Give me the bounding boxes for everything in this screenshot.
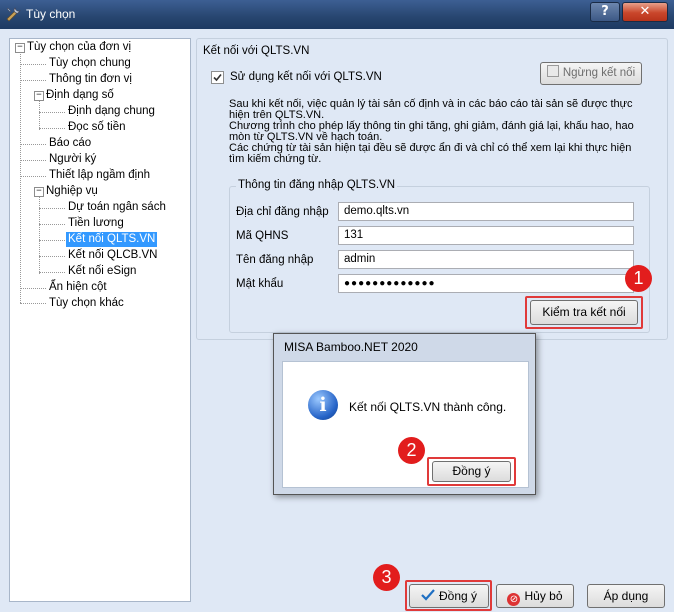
options-window: Tùy chọn ? ✕ − − − Tùy chọn của đơn vị T…	[0, 0, 674, 612]
username-input[interactable]: admin	[338, 250, 634, 269]
tree-item[interactable]: Định dạng chung	[68, 104, 155, 119]
tree-item[interactable]: Ẩn hiện cột	[49, 280, 107, 295]
apply-button[interactable]: Áp dụng	[587, 584, 665, 608]
collapse-icon[interactable]: −	[34, 187, 44, 197]
step-badge-2: 2	[398, 437, 425, 464]
dialog-ok-button[interactable]: Đồng ý	[432, 461, 511, 482]
disconnect-label: Ngừng kết nối	[562, 67, 636, 79]
password-label: Mật khẩu	[236, 278, 284, 290]
cancel-button[interactable]: ⊘ Hủy bỏ	[496, 584, 574, 608]
use-connection-label[interactable]: Sử dụng kết nối với QLTS.VN	[230, 71, 382, 83]
options-tree: − − − Tùy chọn của đơn vị Tùy chọn chung…	[9, 38, 191, 602]
ok-label: Đồng ý	[438, 589, 478, 603]
tree-item[interactable]: Tiền lương	[68, 216, 124, 231]
qhns-label: Mã QHNS	[236, 230, 289, 242]
tree-item[interactable]: Đọc số tiền	[68, 120, 126, 135]
username-label: Tên đăng nhập	[236, 254, 314, 266]
tree-line	[20, 64, 46, 65]
cancel-icon: ⊘	[507, 593, 521, 606]
tree-line	[39, 240, 65, 241]
test-connection-button[interactable]: Kiểm tra kết nối	[530, 300, 638, 325]
tree-item[interactable]: Báo cáo	[49, 136, 91, 151]
tree-item[interactable]: Thiết lập ngầm định	[49, 168, 150, 183]
disconnect-icon	[546, 65, 559, 77]
tree-line	[39, 128, 65, 129]
tree-line	[39, 100, 40, 130]
checkmark-icon	[213, 73, 222, 82]
check-icon	[421, 589, 435, 601]
tree-item[interactable]: Tùy chọn chung	[49, 56, 131, 71]
tree-item[interactable]: Người ký	[49, 152, 96, 167]
password-input[interactable]: ●●●●●●●●●●●●●	[338, 274, 634, 293]
tree-line	[20, 160, 46, 161]
tree-line	[20, 80, 46, 81]
address-input[interactable]: demo.qlts.vn	[338, 202, 634, 221]
tree-item[interactable]: Kết nối QLCB.VN	[68, 248, 157, 263]
tree-item-selected[interactable]: Kết nối QLTS.VN	[66, 232, 158, 247]
tree-line	[39, 272, 65, 273]
tree-line	[20, 288, 46, 289]
tree-item[interactable]: Định dạng số	[46, 88, 114, 103]
dialog-title: MISA Bamboo.NET 2020	[284, 340, 418, 354]
step-badge-3: 3	[373, 564, 400, 591]
use-connection-checkbox[interactable]	[211, 71, 224, 84]
tree-line	[20, 303, 46, 304]
cancel-label: Hủy bỏ	[524, 589, 563, 603]
tree-item[interactable]: Thông tin đơn vị	[49, 72, 132, 87]
tools-icon	[6, 7, 21, 22]
help-button[interactable]: ?	[590, 2, 620, 22]
collapse-icon[interactable]: −	[34, 91, 44, 101]
description-line: tìm kiếm chứng từ.	[229, 153, 322, 165]
ok-button[interactable]: Đồng ý	[409, 584, 489, 608]
tree-line	[39, 208, 65, 209]
info-icon: i	[308, 390, 338, 420]
tree-line	[39, 256, 65, 257]
window-title: Tùy chọn	[26, 7, 76, 21]
tree-line	[20, 176, 46, 177]
tree-line	[39, 224, 65, 225]
tree-line	[20, 51, 21, 303]
tree-item[interactable]: Kết nối eSign	[68, 264, 136, 279]
tree-item[interactable]: Tùy chọn khác	[49, 296, 124, 311]
title-bar: Tùy chọn ? ✕	[0, 0, 674, 29]
tree-item[interactable]: Dự toán ngân sách	[68, 200, 166, 215]
tree-line	[39, 112, 65, 113]
panel-title: Kết nối với QLTS.VN	[203, 45, 310, 57]
qhns-input[interactable]: 131	[338, 226, 634, 245]
disconnect-button[interactable]: Ngừng kết nối	[540, 62, 642, 85]
login-group-title: Thông tin đăng nhập QLTS.VN	[236, 179, 398, 191]
tree-line	[20, 144, 46, 145]
close-button[interactable]: ✕	[622, 2, 668, 22]
collapse-icon[interactable]: −	[15, 43, 25, 53]
dialog-message: Kết nối QLTS.VN thành công.	[349, 400, 507, 414]
address-label: Địa chỉ đăng nhập	[236, 206, 329, 218]
tree-item[interactable]: Nghiệp vụ	[46, 184, 98, 199]
description-text: Sau khi kết nối, việc quản lý tài sản cố…	[229, 99, 634, 165]
tree-root[interactable]: Tùy chọn của đơn vị	[27, 40, 131, 55]
step-badge-1: 1	[625, 265, 652, 292]
